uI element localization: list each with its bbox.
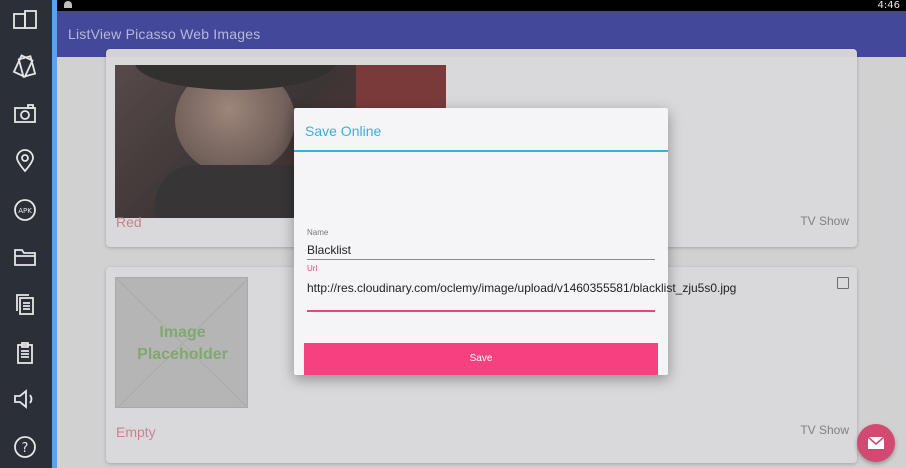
name-field[interactable]: Blacklist [307,243,351,257]
save-button[interactable]: Save [304,343,658,375]
status-time: 4:46 [877,0,900,11]
copy-icon[interactable] [10,290,40,320]
clipboard-icon[interactable] [10,338,40,368]
status-bar: 4:46 [57,0,906,11]
url-underline [307,310,655,312]
camera-icon[interactable] [10,99,40,129]
save-online-dialog: Save Online Name Blacklist Url http://re… [294,108,736,375]
android-icon [64,1,72,8]
multi-window-icon[interactable] [10,6,40,36]
apk-icon-label: APK [18,207,32,215]
help-icon-glyph: ? [22,441,29,456]
app-title: ListView Picasso Web Images [68,26,261,42]
name-label: Name [307,228,329,237]
apk-icon[interactable]: APK [10,195,40,225]
emulator-toolbar: APK ? [0,0,57,468]
rotate-icon[interactable] [10,52,40,82]
url-field[interactable]: http://res.cloudinary.com/oclemy/image/u… [307,281,736,296]
email-fab[interactable] [857,424,895,462]
dialog-title: Save Online [305,123,382,139]
dialog-divider [294,150,668,152]
help-icon[interactable]: ? [10,432,40,462]
volume-icon[interactable] [10,384,40,414]
url-label: Url [307,264,318,273]
location-pin-icon[interactable] [10,146,40,176]
folder-icon[interactable] [10,242,40,272]
mail-icon [867,436,885,449]
name-underline [307,259,655,260]
